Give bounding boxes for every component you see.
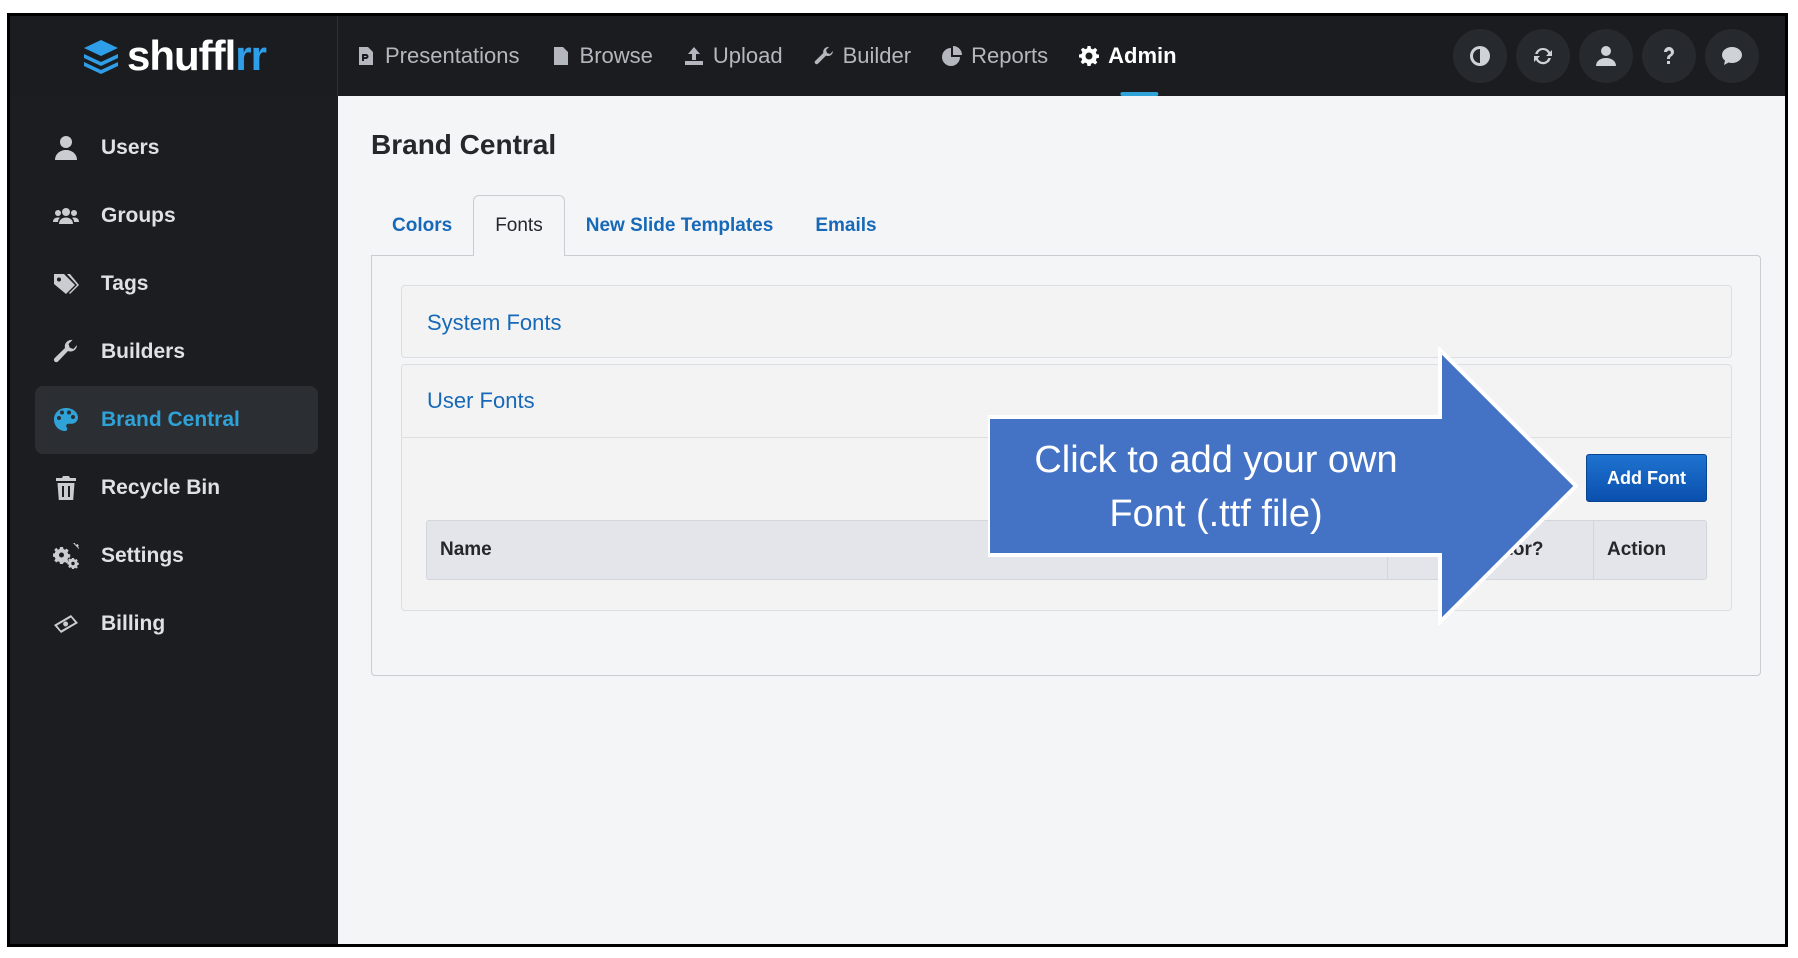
tags-icon [54,274,79,294]
top-navbar: shufflrr Presentations Browse Upload Bui… [10,16,1785,96]
tab-bar: Colors Fonts New Slide Templates Emails [371,195,898,256]
wrench-icon [814,46,833,65]
column-header-action: Action [1607,539,1667,560]
brand-logo[interactable]: shufflrr [10,16,338,96]
money-icon [54,615,78,633]
sidebar-item-tags[interactable]: Tags [35,250,318,318]
chat-icon [1722,47,1742,65]
sidebar-item-settings[interactable]: Settings [35,522,318,590]
tab-new-slide-templates[interactable]: New Slide Templates [565,195,795,256]
file-presentation-icon [359,47,373,65]
sidebar-item-groups[interactable]: Groups [35,182,318,250]
cogs-icon [53,543,79,569]
brand-name: shufflrr [126,32,267,79]
nav-upload[interactable]: Upload [684,16,783,96]
top-actions [1453,16,1785,96]
sidebar-item-users[interactable]: Users [35,114,318,182]
pie-chart-icon [942,46,963,66]
nav-builder[interactable]: Builder [814,16,911,96]
nav-browse[interactable]: Browse [551,16,653,96]
tab-colors[interactable]: Colors [371,195,473,256]
callout-text: Click to add your own Font (.ttf file) [1034,439,1398,535]
file-text-icon [553,47,568,65]
user-icon [55,136,77,160]
app-window: shufflrr Presentations Browse Upload Bui… [7,13,1788,947]
sidebar-item-brand-central[interactable]: Brand Central [35,386,318,454]
tab-fonts[interactable]: Fonts [473,195,565,256]
palette-icon [54,408,78,431]
chat-button[interactable] [1705,29,1759,83]
sidebar-item-builders[interactable]: Builders [35,318,318,386]
help-icon [1663,46,1674,64]
sidebar: Users Groups Tags Builders Brand Central… [10,96,338,944]
nav-presentations[interactable]: Presentations [356,16,520,96]
help-button[interactable] [1642,29,1696,83]
contrast-button[interactable] [1453,29,1507,83]
sidebar-item-recycle-bin[interactable]: Recycle Bin [35,454,318,522]
user-icon [1596,46,1616,66]
upload-icon [684,47,703,65]
add-font-button[interactable]: Add Font [1586,454,1707,502]
refresh-button[interactable] [1516,29,1570,83]
nav-admin[interactable]: Admin [1079,16,1177,96]
nav-reports[interactable]: Reports [942,16,1048,96]
refresh-icon [1534,47,1552,65]
contrast-icon [1470,46,1490,66]
wrench-icon [53,339,77,363]
page-title: Brand Central [371,129,557,160]
sidebar-item-billing[interactable]: Billing [35,590,318,658]
trash-icon [56,476,76,500]
profile-button[interactable] [1579,29,1633,83]
tab-emails[interactable]: Emails [794,195,897,256]
callout-arrow: Click to add your own Font (.ttf file) [988,347,1578,625]
users-icon [53,208,79,224]
stack-logo-icon [83,40,118,74]
gear-icon [1079,46,1100,66]
main-nav: Presentations Browse Upload Builder Repo… [338,16,1177,96]
